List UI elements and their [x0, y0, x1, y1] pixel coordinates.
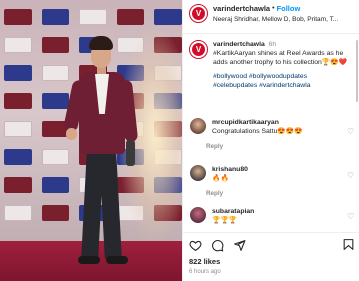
post-photo[interactable]	[0, 0, 182, 281]
share-icon[interactable]	[233, 239, 246, 252]
comment-item: mrcupidkartikaaryan Congratulations Satt…	[189, 118, 355, 136]
person-figure	[62, 36, 142, 281]
reply-button[interactable]: Reply	[206, 143, 223, 150]
heart-icon[interactable]	[189, 239, 202, 252]
trophy	[126, 140, 135, 166]
caption-avatar-letter: V	[192, 43, 205, 56]
instagram-post: V varindertchawla • Follow Neeraj Shridh…	[0, 0, 359, 281]
comment-text: 🏆🏆🏆	[212, 217, 238, 224]
post-sidebar: V varindertchawla • Follow Neeraj Shridh…	[182, 0, 359, 281]
commenter-avatar[interactable]	[190, 207, 206, 223]
separator-dot: •	[272, 5, 275, 12]
caption-time: 6h	[268, 41, 277, 48]
audio-attribution[interactable]: Neeraj Shridhar, Mellow D, Bob, Pritam, …	[213, 16, 353, 23]
caption: V varindertchawla 6h #KartikAaryan shine…	[189, 40, 355, 90]
commenter-avatar[interactable]	[190, 165, 206, 181]
comment-like-icon[interactable]: ♡	[347, 213, 355, 221]
comment-icon[interactable]	[211, 239, 224, 252]
caption-text: #KartikAaryan shines at Reel Awards as h…	[213, 50, 348, 66]
follow-button[interactable]: Follow	[277, 4, 301, 13]
caption-hashtags[interactable]: #bollywood #bollywoodupdates #celebupdat…	[213, 72, 353, 90]
post-actions: 822 likes 6 hours ago	[183, 232, 359, 281]
comment-username[interactable]: mrcupidkartikaaryan	[212, 119, 279, 126]
comment-text: Congratulations Sattu😍😍😍	[212, 128, 303, 135]
comment-username[interactable]: subaratapian	[212, 208, 254, 215]
comment-item: krishanu80 🔥🔥	[189, 165, 355, 183]
backdrop-logos	[0, 6, 182, 28]
avatar-letter: V	[192, 7, 205, 20]
save-icon[interactable]	[342, 238, 355, 251]
caption-username[interactable]: varindertchawla	[213, 41, 265, 48]
reply-button[interactable]: Reply	[206, 190, 223, 197]
commenter-avatar[interactable]	[190, 118, 206, 134]
comment-item: subaratapian 🏆🏆🏆	[189, 207, 355, 225]
comment-like-icon[interactable]: ♡	[347, 128, 355, 136]
comments-scrollbar[interactable]	[356, 40, 358, 102]
post-header: V varindertchawla • Follow Neeraj Shridh…	[183, 0, 359, 34]
comment-username[interactable]: krishanu80	[212, 166, 248, 173]
likes-count[interactable]: 822 likes	[189, 257, 220, 266]
comment-like-icon[interactable]: ♡	[347, 172, 355, 180]
avatar[interactable]: V	[189, 4, 208, 23]
comment-text: 🔥🔥	[212, 175, 229, 182]
post-timestamp[interactable]: 6 hours ago	[189, 269, 221, 275]
caption-avatar[interactable]: V	[189, 40, 208, 59]
post-username[interactable]: varindertchawla	[213, 4, 270, 13]
